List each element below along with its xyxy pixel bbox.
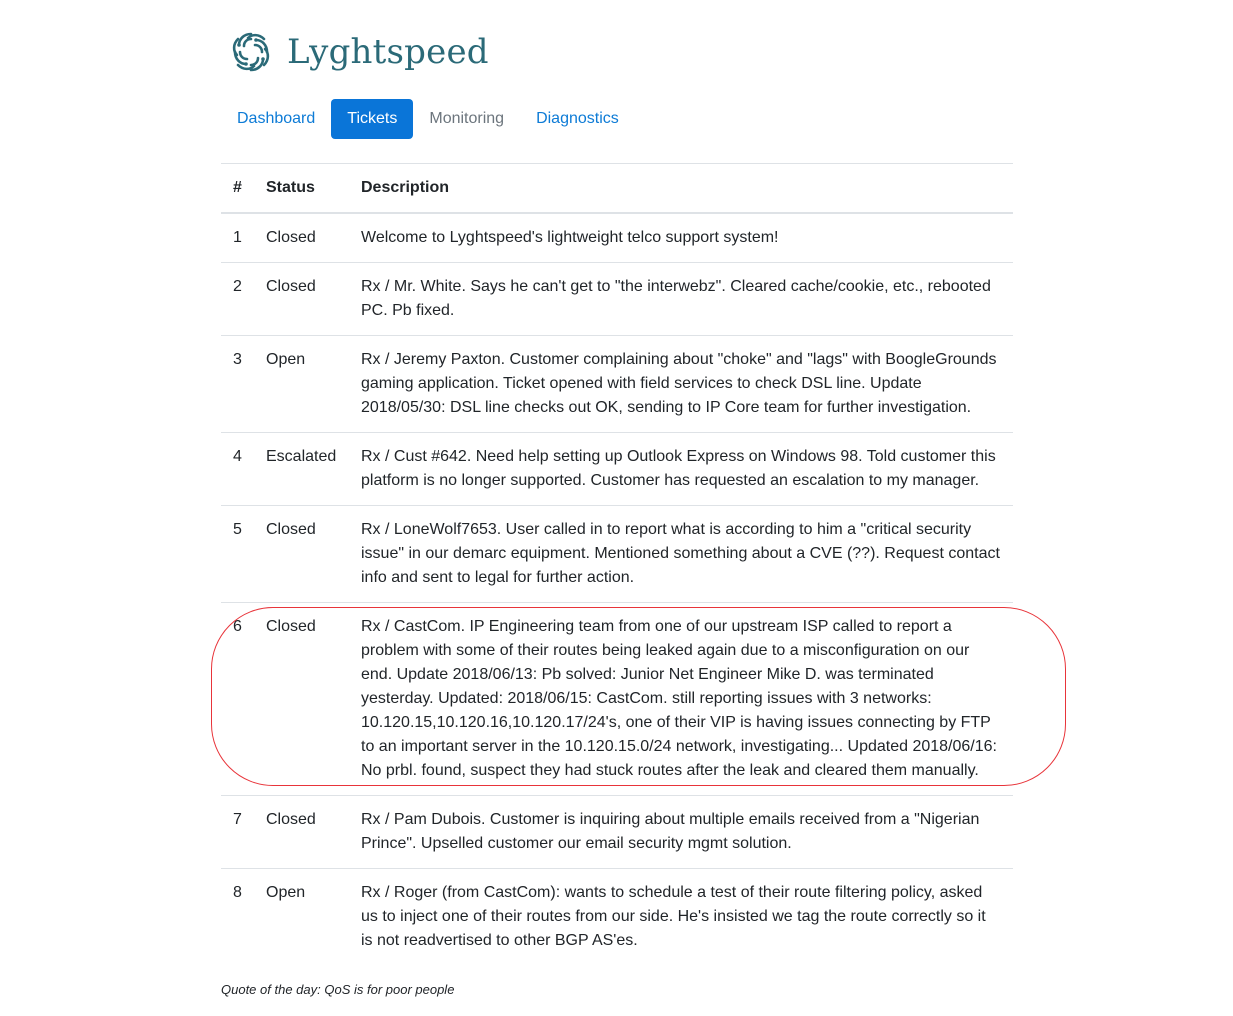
ticket-number: 4 [221,432,254,506]
nav-tickets[interactable]: Tickets [331,99,414,139]
table-row-highlighted: 6 Closed Rx / CastCom. IP Engineering te… [221,602,1013,796]
table-row: 7 Closed Rx / Pam Dubois. Customer is in… [221,795,1013,869]
ticket-number: 2 [221,262,254,336]
ticket-number: 6 [221,602,254,796]
ticket-status: Closed [254,505,349,603]
ticket-description: Welcome to Lyghtspeed's lightweight telc… [349,212,1013,263]
ticket-number: 8 [221,868,254,965]
header-description: Description [349,163,1013,214]
ticket-status: Closed [254,795,349,869]
quote-of-the-day: Quote of the day: QoS is for poor people [221,982,455,997]
ticket-description: Rx / CastCom. IP Engineering team from o… [349,602,1013,796]
nav-monitoring: Monitoring [429,110,505,127]
table-header-row: # Status Description [221,163,1013,214]
tickets-table: # Status Description 1 Closed Welcome to… [221,163,1013,965]
ticket-description: Rx / LoneWolf7653. User called in to rep… [349,505,1013,603]
table-row: 1 Closed Welcome to Lyghtspeed's lightwe… [221,212,1013,263]
ticket-status: Escalated [254,432,349,506]
ticket-number: 5 [221,505,254,603]
nav-diagnostics[interactable]: Diagnostics [520,99,635,139]
table-row: 8 Open Rx / Roger (from CastCom): wants … [221,868,1013,965]
ticket-number: 3 [221,335,254,433]
ticket-number: 1 [221,212,254,263]
ticket-status: Open [254,335,349,433]
table-row: 5 Closed Rx / LoneWolf7653. User called … [221,505,1013,603]
header-number: # [221,163,254,214]
ticket-status: Closed [254,262,349,336]
ticket-description: Rx / Pam Dubois. Customer is inquiring a… [349,795,1013,869]
nav-dashboard[interactable]: Dashboard [221,99,331,139]
ticket-description: Rx / Jeremy Paxton. Customer complaining… [349,335,1013,433]
brand-name: Lyghtspeed [287,32,489,72]
ticket-status: Open [254,868,349,965]
ticket-status: Closed [254,212,349,263]
lyghtspeed-logo-icon [232,32,270,72]
table-row: 4 Escalated Rx / Cust #642. Need help se… [221,432,1013,506]
main-nav: Dashboard Tickets Monitoring Diagnostics [221,99,635,139]
brand[interactable]: Lyghtspeed [229,28,489,76]
table-row: 2 Closed Rx / Mr. White. Says he can't g… [221,262,1013,336]
ticket-number: 7 [221,795,254,869]
ticket-description: Rx / Roger (from CastCom): wants to sche… [349,868,1013,965]
ticket-status: Closed [254,602,349,796]
table-row: 3 Open Rx / Jeremy Paxton. Customer comp… [221,335,1013,433]
header-status: Status [254,163,349,214]
ticket-description: Rx / Mr. White. Says he can't get to "th… [349,262,1013,336]
ticket-description: Rx / Cust #642. Need help setting up Out… [349,432,1013,506]
